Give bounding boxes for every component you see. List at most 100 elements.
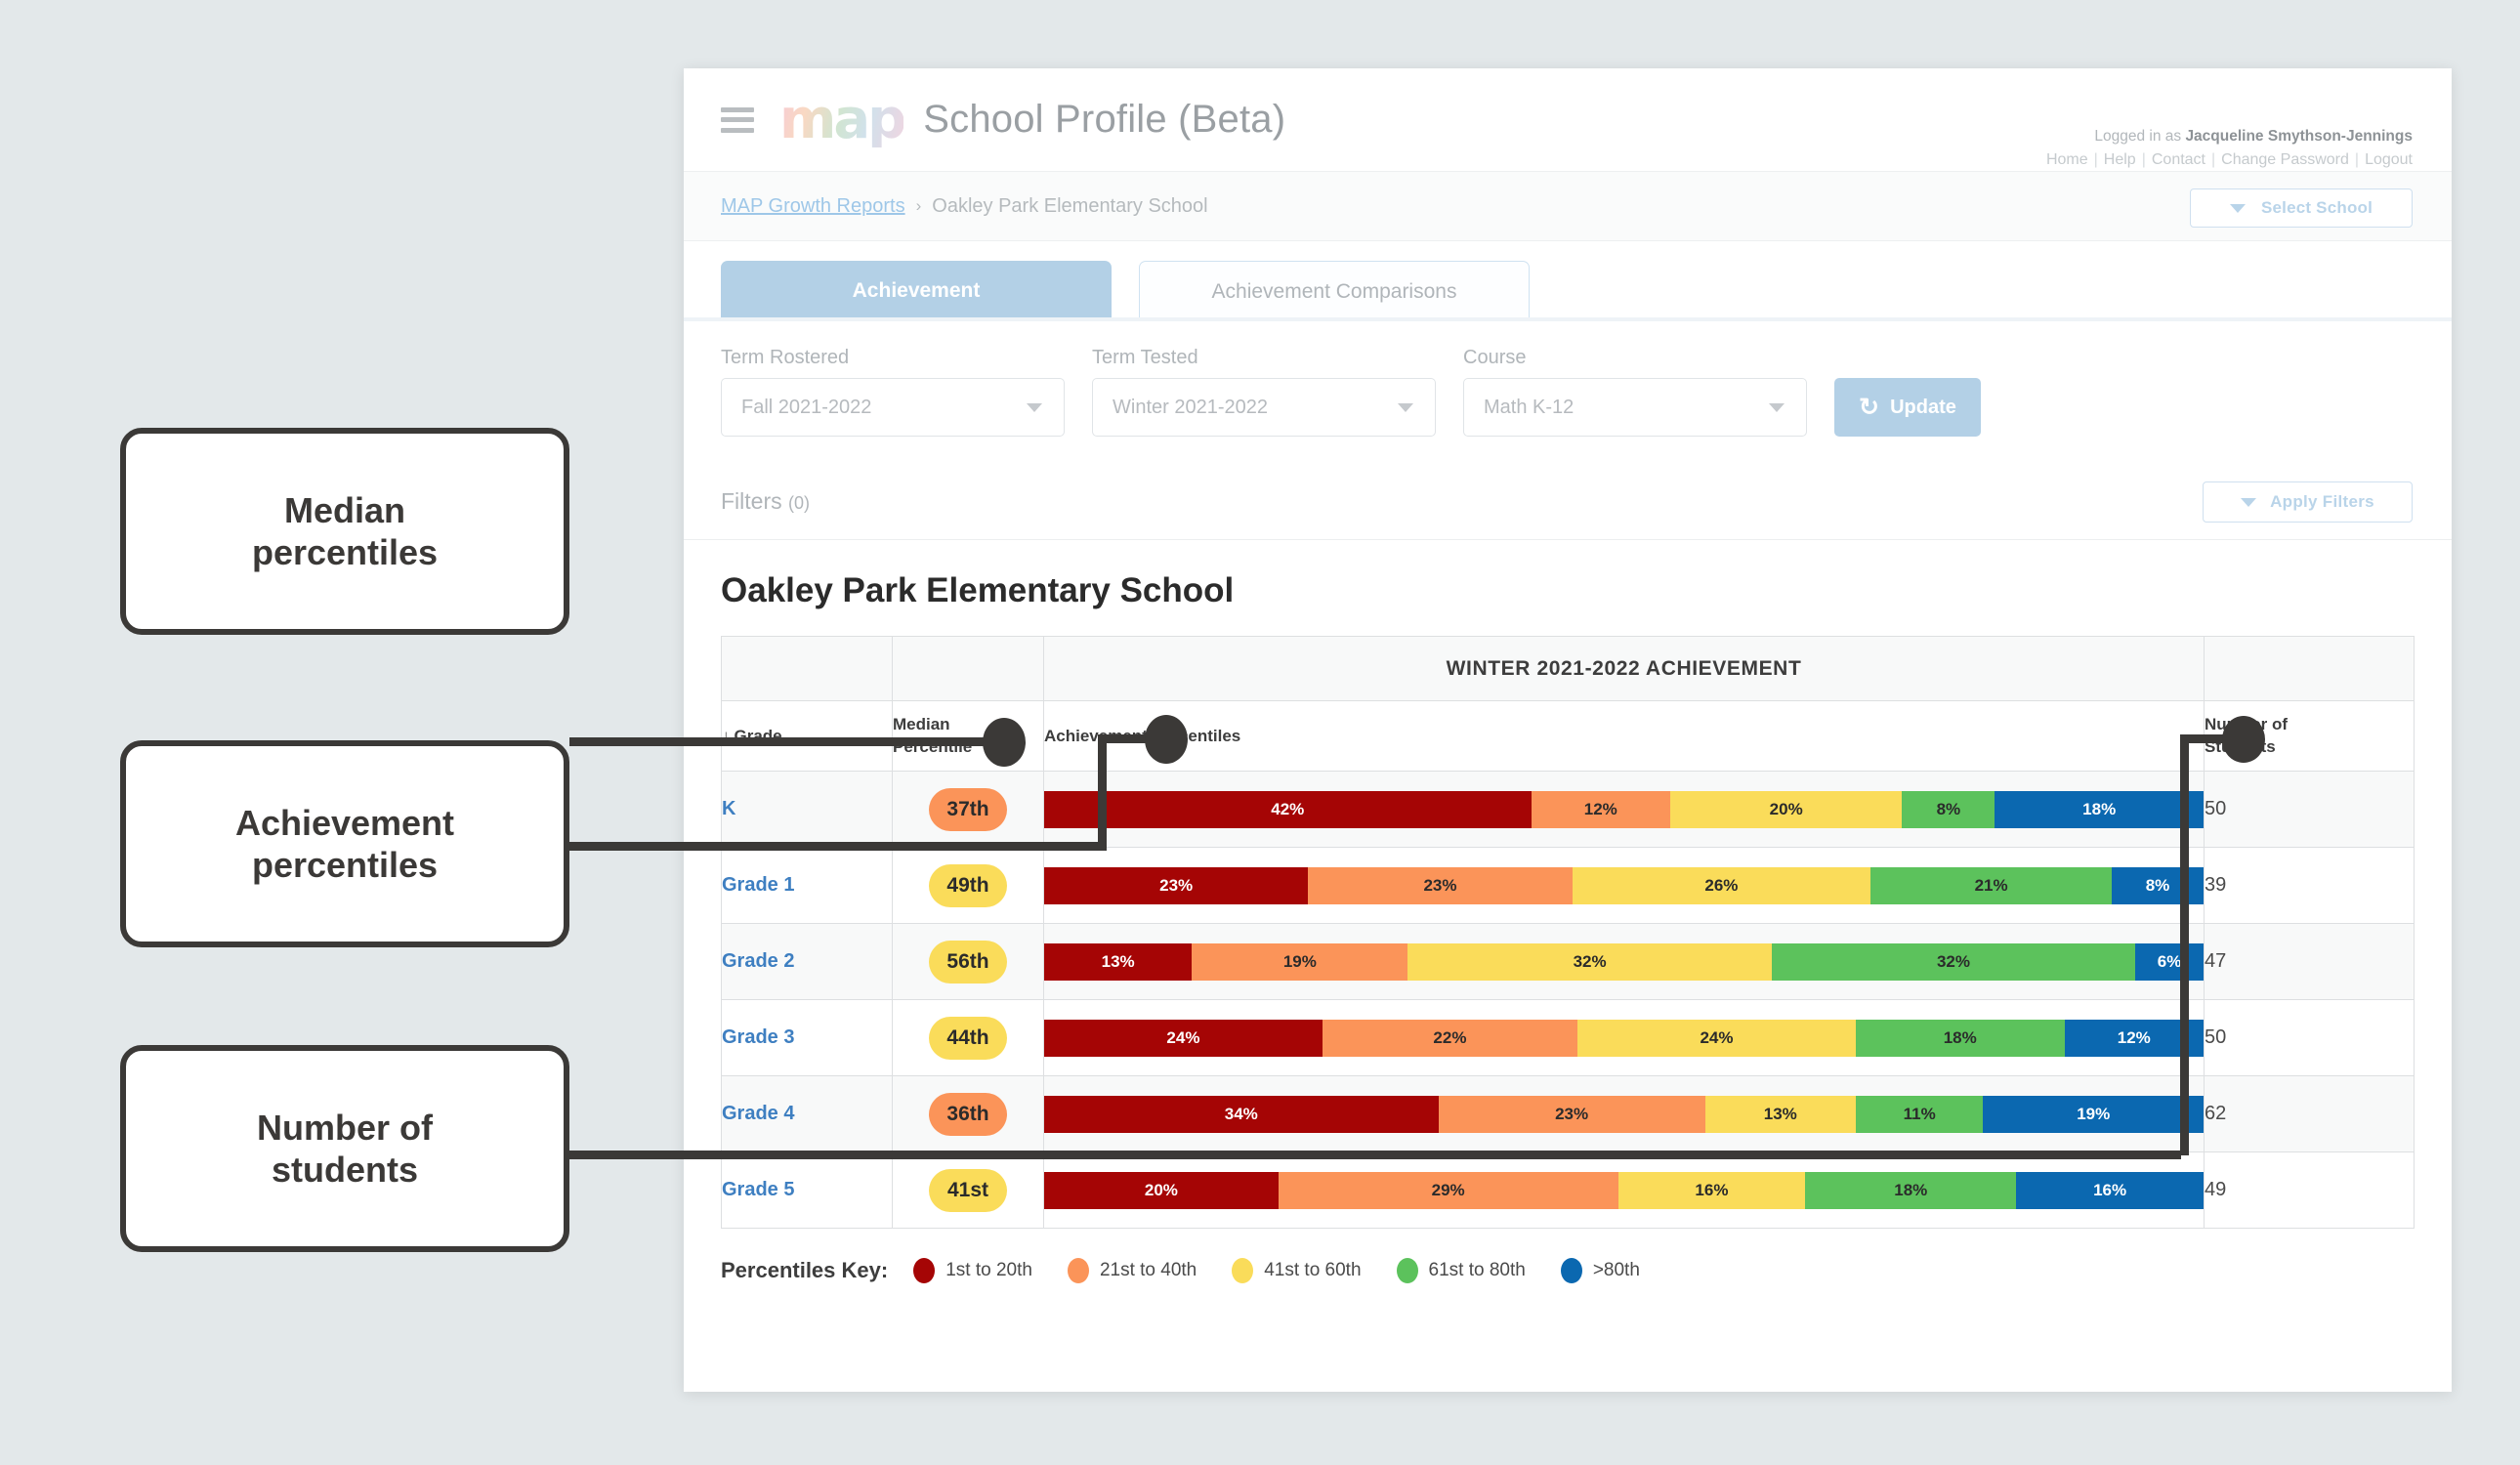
- term-rostered-value: Fall 2021-2022: [741, 396, 872, 418]
- chevron-down-icon: [2229, 203, 2246, 213]
- header-links: Home | Help | Contact | Change Password | Logout: [2046, 148, 2413, 173]
- course-select[interactable]: Math K-12: [1463, 378, 1807, 437]
- leader-line-achiev-horizontal: [569, 842, 1107, 851]
- bar-segment: 23%: [1308, 866, 1573, 904]
- col-header-achievement-percentiles: Achievement Percentiles: [1043, 700, 2205, 772]
- leader-line-nstud-vertical: [2180, 740, 2189, 1155]
- controls-row: Term Rostered Fall 2021-2022 Term Tested…: [684, 321, 2452, 464]
- number-of-students-cell: 47: [2204, 923, 2415, 1000]
- term-tested-select[interactable]: Winter 2021-2022: [1092, 378, 1436, 437]
- legend-label: 61st to 80th: [1428, 1260, 1526, 1280]
- stacked-bar: 23% 23% 26% 21% 8%: [1044, 866, 2204, 904]
- link-sep: |: [2354, 151, 2360, 169]
- stacked-bar: 42% 12% 20% 8% 18%: [1044, 790, 2204, 828]
- number-of-students-cell: 50: [2204, 771, 2415, 848]
- school-name-heading: Oakley Park Elementary School: [684, 540, 2452, 636]
- apply-filters-label: Apply Filters: [2270, 492, 2374, 511]
- median-percentile-cell: 44th: [892, 999, 1044, 1076]
- page-title: School Profile (Beta): [923, 98, 1286, 141]
- callout-achiev-line1: Achievement: [234, 802, 455, 843]
- bar-segment: 23%: [1044, 866, 1309, 904]
- link-sep: |: [2211, 151, 2216, 169]
- term-rostered-label: Term Rostered: [721, 347, 850, 368]
- achievement-percentile-bar-cell: 20% 29% 16% 18% 16%: [1043, 1151, 2205, 1229]
- apply-filters-button[interactable]: Apply Filters: [2203, 481, 2413, 523]
- number-of-students-cell: 50: [2204, 999, 2415, 1076]
- select-school-label: Select School: [2260, 198, 2373, 217]
- table-row: Grade 1 49th 23% 23% 26% 21% 8% 39: [721, 847, 2415, 924]
- leader-line-achiev-vertical: [1098, 740, 1107, 848]
- bar-segment: 26%: [1572, 866, 1871, 904]
- leader-dot-median: [983, 718, 1026, 767]
- legend-color-dot: [1067, 1258, 1089, 1283]
- link-contact[interactable]: Contact: [2152, 151, 2205, 168]
- grade-link[interactable]: Grade 1: [721, 847, 893, 924]
- callout-median-line2: percentiles: [251, 532, 439, 572]
- bar-segment: 12%: [1531, 790, 1670, 828]
- grade-link[interactable]: K: [721, 771, 893, 848]
- tab-achievement-comparisons[interactable]: Achievement Comparisons: [1139, 261, 1530, 321]
- tab-achievement[interactable]: Achievement: [721, 261, 1112, 321]
- table-group-header-row: WINTER 2021-2022 ACHIEVEMENT: [721, 636, 2415, 701]
- term-rostered-select[interactable]: Fall 2021-2022: [721, 378, 1065, 437]
- breadcrumb-root-link[interactable]: MAP Growth Reports: [721, 195, 905, 218]
- tabs-row: Achievement Achievement Comparisons: [684, 241, 2452, 321]
- map-logo: map: [779, 87, 906, 151]
- bar-segment: 32%: [1407, 942, 1772, 981]
- legend-color-dot: [1232, 1258, 1254, 1283]
- select-school-button[interactable]: Select School: [2190, 188, 2413, 228]
- group-header-blank-grade: [721, 636, 893, 701]
- hamburger-menu-icon[interactable]: [721, 106, 754, 133]
- term-tested-value: Winter 2021-2022: [1113, 396, 1268, 418]
- legend-item: 61st to 80th: [1396, 1258, 1526, 1283]
- median-percentile-pill: 36th: [929, 1092, 1007, 1136]
- course-value: Math K-12: [1484, 396, 1575, 418]
- bar-segment: 20%: [1669, 790, 1903, 828]
- bar-segment: 21%: [1870, 866, 2112, 904]
- filters-label: Filters (0): [721, 488, 810, 515]
- chevron-right-icon: ›: [915, 196, 922, 215]
- link-help[interactable]: Help: [2104, 151, 2136, 168]
- link-sep: |: [2093, 151, 2098, 169]
- table-row: Grade 2 56th 13% 19% 32% 32% 6% 47: [721, 923, 2415, 1000]
- link-logout[interactable]: Logout: [2365, 151, 2413, 168]
- grade-link[interactable]: Grade 5: [721, 1151, 893, 1229]
- bar-segment: 8%: [1902, 790, 1995, 828]
- bar-segment: 42%: [1044, 790, 1532, 828]
- stacked-bar: 13% 19% 32% 32% 6%: [1044, 942, 2204, 981]
- callout-nstud-line2: students: [271, 1150, 418, 1190]
- grade-link[interactable]: Grade 4: [721, 1075, 893, 1152]
- login-info: Logged in as Jacqueline Smythson-Jenning…: [2046, 125, 2413, 173]
- bar-segment: 20%: [1044, 1171, 1279, 1209]
- bar-segment: 23%: [1438, 1095, 1705, 1133]
- link-home[interactable]: Home: [2046, 151, 2088, 168]
- legend-color-dot: [1560, 1258, 1582, 1283]
- logged-in-prefix: Logged in as: [2094, 128, 2186, 145]
- callout-achiev-line2: percentiles: [251, 845, 439, 885]
- leader-line-median-horizontal: [569, 737, 1004, 746]
- bar-segment: 22%: [1322, 1019, 1578, 1057]
- grade-link[interactable]: Grade 3: [721, 999, 893, 1076]
- chevron-down-icon: [2241, 497, 2257, 507]
- legend-item: 41st to 60th: [1232, 1258, 1362, 1283]
- field-course: Course Math K-12: [1463, 347, 1807, 437]
- stacked-bar: 24% 22% 24% 18% 12%: [1044, 1019, 2204, 1057]
- grade-link[interactable]: Grade 2: [721, 923, 893, 1000]
- achievement-percentile-bar-cell: 34% 23% 13% 11% 19%: [1043, 1075, 2205, 1152]
- group-header-winter-achievement: WINTER 2021-2022 ACHIEVEMENT: [1043, 636, 2205, 701]
- bar-segment: 13%: [1704, 1095, 1856, 1133]
- callout-number-of-students: Number of students: [120, 1045, 569, 1252]
- group-header-blank-students: [2204, 636, 2415, 701]
- col-header-grade[interactable]: ↓ Grade: [721, 700, 893, 772]
- median-percentile-cell: 36th: [892, 1075, 1044, 1152]
- app-header: map School Profile (Beta) Logged in as J…: [684, 68, 2452, 171]
- table-row: K 37th 42% 12% 20% 8% 18% 50: [721, 771, 2415, 848]
- stacked-bar: 34% 23% 13% 11% 19%: [1044, 1095, 2204, 1133]
- field-term-tested: Term Tested Winter 2021-2022: [1092, 347, 1436, 437]
- median-percentile-pill: 37th: [929, 787, 1007, 831]
- table-row: Grade 4 36th 34% 23% 13% 11% 19% 62: [721, 1075, 2415, 1152]
- callout-median-percentiles: Median percentiles: [120, 428, 569, 635]
- update-button[interactable]: ↺ Update: [1834, 378, 1981, 437]
- link-change-password[interactable]: Change Password: [2221, 151, 2349, 168]
- logged-in-as: Logged in as Jacqueline Smythson-Jenning…: [2046, 125, 2413, 148]
